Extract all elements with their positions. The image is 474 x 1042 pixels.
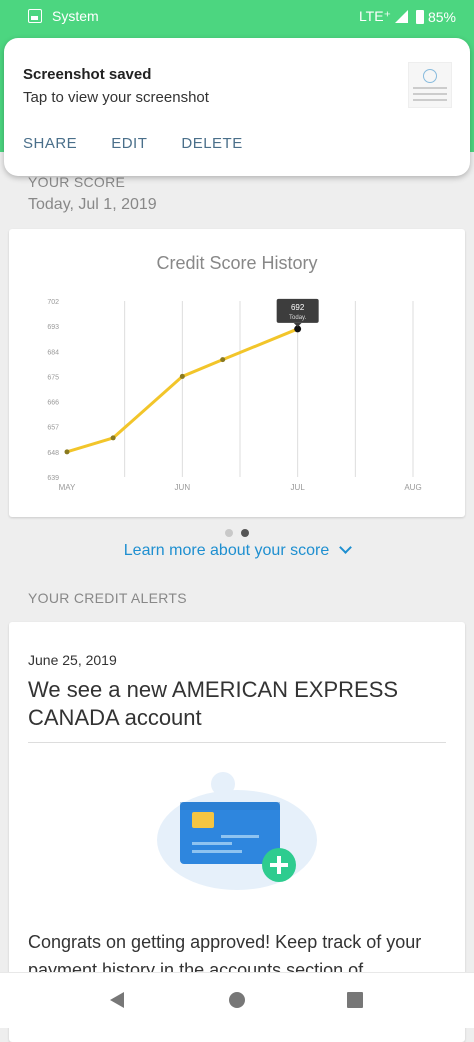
y-tick-label: 684 [47,349,59,356]
thumbnail-score-ring [423,69,437,83]
pager-dot-1[interactable] [225,529,233,537]
signal-icon [394,10,408,23]
chevron-down-icon [339,541,353,554]
home-icon[interactable] [229,992,245,1008]
battery-icon [415,9,424,24]
y-tick-label: 666 [47,400,59,407]
delete-button[interactable]: DELETE [181,135,242,152]
score-date: Today, Jul 1, 2019 [28,196,157,213]
y-tick-label: 693 [47,324,59,331]
learn-more-link[interactable]: Learn more about your score [0,541,474,560]
y-tick-label: 702 [47,299,59,306]
status-bar: System LTE⁺ 85% [0,0,474,34]
data-point [220,357,226,363]
learn-more-label: Learn more about your score [123,542,330,559]
y-tick-label: 648 [47,450,59,457]
pager-dot-2[interactable] [241,529,249,537]
y-tick-label: 639 [47,475,59,482]
x-tick-label: AUG [404,483,421,492]
share-button[interactable]: SHARE [23,135,77,152]
status-app-name: System [52,8,99,24]
screenshot-thumbnail[interactable] [408,62,452,108]
credit-score-chart: 639 648 657 666 675 684 693 702 MAY JUN JUL AUG 692 T… [47,298,422,492]
credit-score-chart-card[interactable]: Credit Score History 639 648 657 666 675 684 6… [9,229,465,517]
x-tick-label: JUN [175,483,191,492]
your-score-label: YOUR SCORE [28,174,126,190]
tooltip-pointer [293,322,302,327]
edit-button[interactable]: EDIT [111,135,147,152]
data-point [110,435,116,441]
battery-level: 85% [427,8,456,25]
alert-date: June 25, 2019 [28,652,117,668]
y-tick-label: 657 [47,425,59,432]
notification-title: Screenshot saved [23,66,152,83]
y-tick-label: 675 [47,374,59,381]
screenshot-notification[interactable]: Screenshot saved Tap to view your screen… [4,38,470,176]
system-nav-bar [0,972,474,1028]
chart-pager[interactable] [225,529,249,537]
credit-card-illustration [157,772,317,890]
data-point [179,373,185,379]
notification-subtitle: Tap to view your screenshot [23,89,209,106]
tooltip-value: 692 [291,303,305,312]
image-icon [28,9,42,23]
credit-alerts-label: YOUR CREDIT ALERTS [28,590,187,606]
alert-title: We see a new AMERICAN EXPRESS CANADA acc… [28,677,399,730]
x-tick-label: JUL [291,483,306,492]
network-indicator: LTE⁺ [358,8,391,24]
recent-apps-icon[interactable] [347,992,363,1008]
alert-divider [28,742,446,743]
tooltip-label: Today. [289,315,307,321]
x-tick-label: MAY [59,483,76,492]
data-point [64,449,70,455]
back-icon[interactable] [110,992,124,1008]
